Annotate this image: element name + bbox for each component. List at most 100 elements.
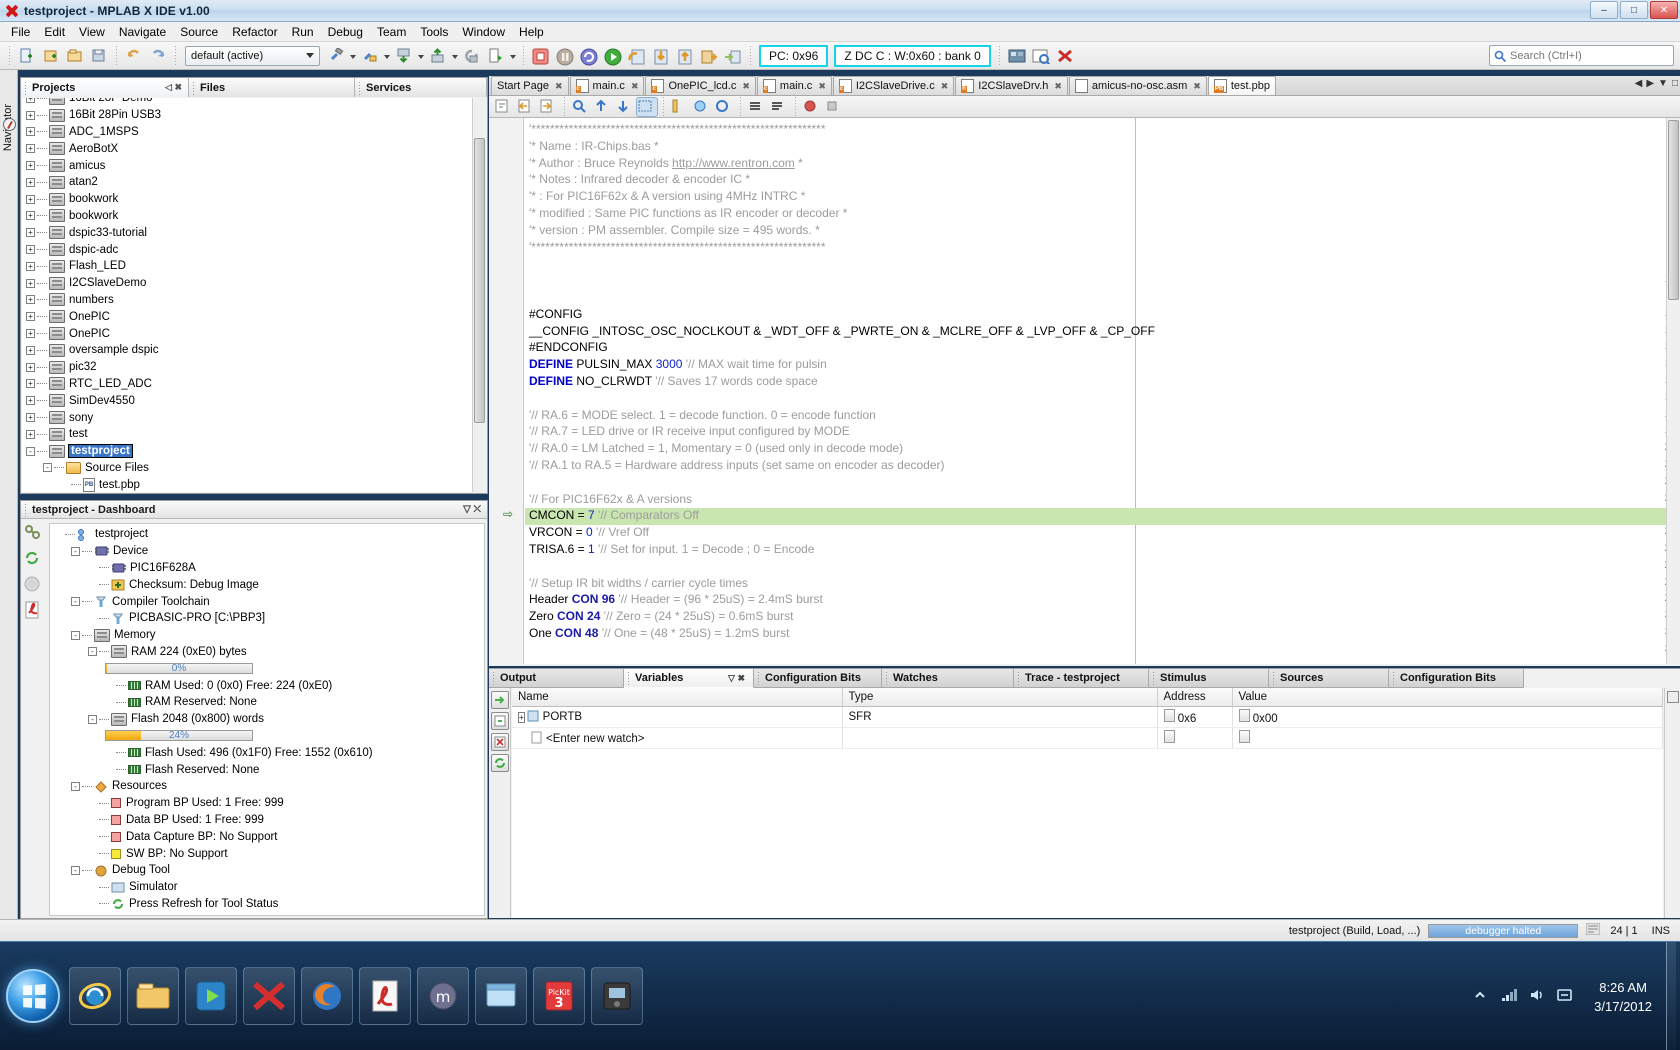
debug-project-icon[interactable] <box>485 45 507 67</box>
project-tree-item[interactable]: +Flash_LED <box>22 258 473 275</box>
read-device-icon[interactable] <box>427 45 449 67</box>
project-tree-item[interactable]: +16Bit 28Pin USB3 <box>22 107 473 124</box>
configuration-combo[interactable]: default (active) <box>185 46 320 66</box>
toggle-line-numbers-icon[interactable] <box>747 98 767 116</box>
tree-expander-minus-icon[interactable]: - <box>43 463 52 472</box>
projects-tab-files[interactable]: Files <box>189 78 355 97</box>
make-and-program-icon[interactable] <box>393 45 415 67</box>
code-line[interactable]: '* : For PIC16F62x & A version using 4MH… <box>529 189 805 206</box>
value-stepper[interactable] <box>1239 709 1250 722</box>
shift-left-icon[interactable] <box>516 98 536 116</box>
code-line[interactable]: One CON 48 '// One = (48 * 25uS) = 1.2mS… <box>529 626 789 643</box>
column-header-address[interactable]: Address <box>1157 688 1232 706</box>
tree-expander-plus-icon[interactable]: + <box>26 363 35 372</box>
clean-build-icon[interactable] <box>359 45 381 67</box>
delete-all-breakpoints-icon[interactable] <box>1054 45 1076 67</box>
new-runtime-watch-icon[interactable] <box>491 712 509 730</box>
close-tab-icon[interactable]: ✖ <box>555 81 563 92</box>
step-out-icon[interactable] <box>674 45 696 67</box>
shift-right-icon[interactable] <box>538 98 558 116</box>
editor-tab-onepic-lcd-c[interactable]: OnePIC_lcd.c✖ <box>645 76 755 95</box>
pause-debug-icon[interactable] <box>554 45 576 67</box>
dashboard-tree-item[interactable]: -Flash 2048 (0x800) words <box>50 711 484 728</box>
notification-icon[interactable] <box>1586 923 1600 938</box>
editor-tab-main-c[interactable]: main.c✖ <box>570 76 645 95</box>
code-line[interactable]: DEFINE PULSIN_MAX 3000 '// MAX wait time… <box>529 357 827 374</box>
code-line[interactable]: '// RA.1 to RA.5 = Hardware address inpu… <box>529 458 945 475</box>
redo-icon[interactable] <box>147 45 169 67</box>
network-icon[interactable] <box>1501 988 1519 1006</box>
dashboard-tree-item[interactable]: Program BP Used: 1 Free: 999 <box>50 795 484 812</box>
delete-watch-icon[interactable] <box>491 733 509 751</box>
search-input[interactable]: Search (Ctrl+I) <box>1489 45 1674 66</box>
close-button[interactable]: ✕ <box>1650 1 1678 19</box>
close-tab-icon[interactable]: ✖ <box>742 81 750 92</box>
pickit-taskbar-item[interactable]: PicKit3 <box>533 967 585 1025</box>
menu-tools[interactable]: Tools <box>413 23 455 41</box>
toggle-breakpoint-icon[interactable] <box>802 98 822 116</box>
device-taskbar-item[interactable] <box>591 967 643 1025</box>
new-file-icon[interactable] <box>16 45 38 67</box>
toolbar-grip-4[interactable] <box>521 46 526 66</box>
close-tab-icon[interactable]: ✖ <box>631 81 639 92</box>
code-line[interactable]: Header CON 96 '// Header = (96 * 25uS) =… <box>529 592 823 609</box>
dashboard-tree-item[interactable]: PICBASIC-PRO [C:\PBP3] <box>50 610 484 627</box>
dashboard-tree-item[interactable]: Flash Used: 496 (0x1F0) Free: 1552 (0x61… <box>50 744 484 761</box>
variables-table-row[interactable]: +PORTBSFR 0x6 0x00 <box>512 706 1663 727</box>
editor-gutter[interactable] <box>489 118 524 664</box>
dashboard-tree-item[interactable]: Flash Reserved: None <box>50 761 484 778</box>
find-next-icon[interactable] <box>615 98 635 116</box>
tree-expander-minus-icon[interactable]: - <box>26 447 35 456</box>
project-tree-item[interactable]: +dspic33-tutorial <box>22 224 473 241</box>
debug-dropdown-icon[interactable] <box>508 45 518 67</box>
step-into-icon[interactable] <box>650 45 672 67</box>
dashboard-tree-item[interactable]: Simulator <box>50 879 484 896</box>
dashboard-tree-item[interactable]: -Memory <box>50 627 484 644</box>
tree-expander-plus-icon[interactable]: + <box>26 98 35 103</box>
next-bookmark-icon[interactable] <box>714 98 734 116</box>
find-icon[interactable] <box>571 98 591 116</box>
project-tree-item[interactable]: +AeroBotX <box>22 140 473 157</box>
tree-expander-plus-icon[interactable]: + <box>26 161 35 170</box>
panel-controls[interactable]: ◁ ✖ <box>165 82 182 93</box>
editor-scroll-thumb[interactable] <box>1668 120 1679 300</box>
menu-file[interactable]: File <box>4 23 37 41</box>
scroll-tabs-left-icon[interactable]: ◀ <box>1635 78 1643 89</box>
tree-expander-plus-icon[interactable]: + <box>26 178 35 187</box>
tree-expander-plus-icon[interactable]: + <box>26 430 35 439</box>
project-tree-item[interactable]: -testproject <box>22 443 473 460</box>
maximize-editor-icon[interactable]: □ <box>1672 78 1678 89</box>
editor-tab-i2cslavedrv-h[interactable]: I2CSlaveDrv.h✖ <box>955 76 1068 95</box>
editor-tab-main-c[interactable]: main.c✖ <box>757 76 832 95</box>
menu-view[interactable]: View <box>72 23 112 41</box>
internet-explorer-taskbar-item[interactable] <box>69 967 121 1025</box>
toolbar-grip[interactable] <box>7 46 12 66</box>
project-tree-item[interactable]: +test <box>22 426 473 443</box>
column-header-value[interactable]: Value <box>1232 688 1663 706</box>
code-line[interactable]: '// RA.6 = MODE select. 1 = decode funct… <box>529 408 876 425</box>
continue-icon[interactable] <box>602 45 624 67</box>
tree-expander-plus-icon[interactable]: + <box>26 312 35 321</box>
project-tree-item[interactable]: +ADC_1MSPS <box>22 124 473 141</box>
variables-table[interactable]: NameTypeAddressValue +PORTBSFR 0x6 0x00<… <box>512 688 1663 749</box>
menu-debug[interactable]: Debug <box>321 23 370 41</box>
tree-expander-plus-icon[interactable]: + <box>26 262 35 271</box>
dashboard-tree-item[interactable]: RAM Reserved: None <box>50 694 484 711</box>
tree-expander-icon[interactable]: - <box>71 866 80 875</box>
menu-window[interactable]: Window <box>455 23 512 41</box>
project-tree-item[interactable]: +bookwork <box>22 208 473 225</box>
acrobat-taskbar-item[interactable] <box>359 967 411 1025</box>
comment-icon[interactable] <box>670 98 690 116</box>
code-line[interactable]: '* modified : Same PIC functions as IR e… <box>529 206 847 223</box>
editor-toolbar-grip-4[interactable] <box>793 97 798 117</box>
dashboard-tree-item[interactable]: -Resources <box>50 778 484 795</box>
dashboard-tree-item[interactable]: Data BP Used: 1 Free: 999 <box>50 812 484 829</box>
tree-expander-plus-icon[interactable]: + <box>26 144 35 153</box>
code-line[interactable]: '* Notes : Infrared decoder & encoder IC… <box>529 172 750 189</box>
mplab-taskbar-item[interactable] <box>243 967 295 1025</box>
editor-tab-test-pbp[interactable]: test.pbp <box>1208 76 1276 95</box>
explorer2-taskbar-item[interactable] <box>475 967 527 1025</box>
run-to-cursor-icon[interactable] <box>698 45 720 67</box>
last-edit-icon[interactable] <box>494 98 514 116</box>
dashboard-tree-item[interactable]: 0% <box>50 660 484 677</box>
